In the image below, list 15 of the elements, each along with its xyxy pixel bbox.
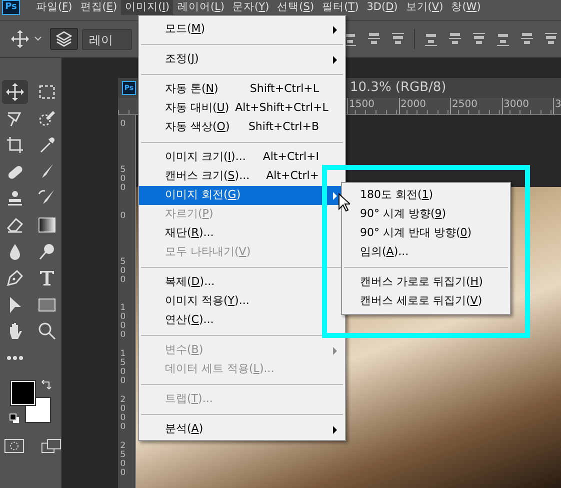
ruler-label: 1500 <box>347 98 398 114</box>
ruler-label: 3000 <box>502 98 553 114</box>
ruler-label: 2000 <box>398 98 450 114</box>
ruler-label: 500 <box>119 258 127 287</box>
ruler-label: 1500 <box>119 350 127 388</box>
ruler-label: 3 <box>553 98 561 114</box>
ruler-label: 2500 <box>119 442 127 480</box>
ruler-label: 2500 <box>450 98 502 114</box>
ruler-label: 0 <box>119 212 127 223</box>
ruler-label: 0 <box>119 120 127 131</box>
ruler-label: 2000 <box>119 396 127 434</box>
ruler-label: 1000 <box>119 304 127 342</box>
app-logo: Ps <box>2 0 20 15</box>
ruler-label: 500 <box>119 166 127 195</box>
document-title: 10.3% (RGB/8) <box>350 79 446 97</box>
